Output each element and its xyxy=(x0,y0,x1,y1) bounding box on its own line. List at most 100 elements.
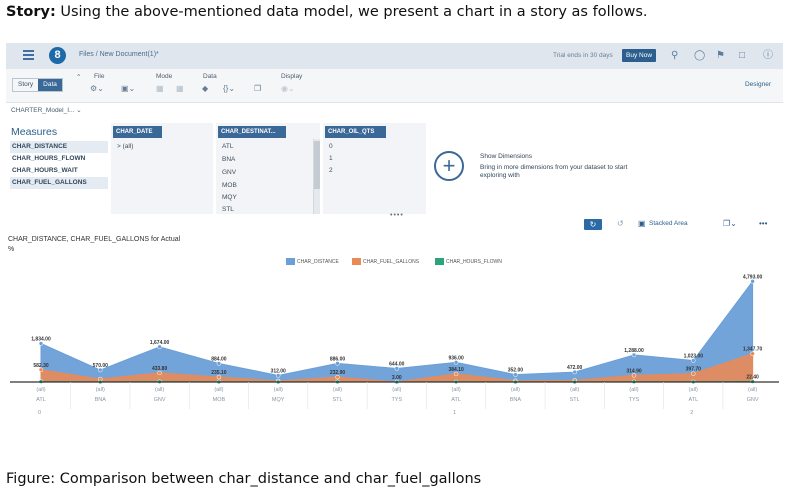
scrollbar[interactable] xyxy=(313,139,320,214)
lightbulb-icon[interactable]: ◯ xyxy=(694,50,705,61)
show-dimensions-title: Show Dimensions xyxy=(480,153,533,160)
tick-label-top: (all) xyxy=(511,387,520,393)
dimension-member[interactable]: MQY xyxy=(222,194,237,201)
dimension-header[interactable]: CHAR_DATE xyxy=(113,126,162,138)
story-tab[interactable]: Story xyxy=(13,79,38,91)
tick-label: ATL xyxy=(36,397,46,403)
copy-chart-icon[interactable]: ❐⌄ xyxy=(723,219,737,228)
tick-label: BNA xyxy=(95,397,107,403)
dimension-member[interactable]: > (all) xyxy=(117,143,133,150)
show-dimensions-subtitle: Bring in more dimensions from your datas… xyxy=(480,164,628,179)
chat-icon[interactable]: □ xyxy=(739,50,745,61)
dimension-panel-destination: CHAR_DESTINAT... ATL BNA GNV MOB MQY STL xyxy=(216,123,320,214)
legend-item: CHAR_FUEL_GALLONS xyxy=(352,258,419,265)
app-logo[interactable]: 8 xyxy=(49,47,66,64)
legend-swatch xyxy=(435,258,444,265)
data-label: 232.90 xyxy=(330,370,346,376)
data-label: 433.80 xyxy=(152,366,168,372)
dimension-member[interactable]: 0 xyxy=(329,143,333,150)
chart-title: CHAR_DISTANCE, CHAR_FUEL_GALLONS for Act… xyxy=(8,236,181,243)
measures-title: Measures xyxy=(11,126,58,138)
measure-item[interactable]: CHAR_FUEL_GALLONS xyxy=(10,177,108,189)
dimension-member[interactable]: GNV xyxy=(222,169,236,176)
tick-label-top: (all) xyxy=(392,387,401,393)
dimension-panel-date: CHAR_DATE > (all) xyxy=(111,123,213,214)
tick-label-top: (all) xyxy=(748,387,757,393)
add-dimension-button[interactable]: + xyxy=(434,151,464,181)
app-window: 8 Files / New Document(1)* Trial ends in… xyxy=(6,43,783,432)
shell-bar: 8 Files / New Document(1)* Trial ends in… xyxy=(6,43,783,69)
data-label: 886.00 xyxy=(330,356,346,362)
designer-button[interactable]: Designer xyxy=(745,81,771,88)
model-selector[interactable]: CHARTER_Model_I... ⌄ xyxy=(11,106,82,114)
splitter-handle[interactable]: •••• xyxy=(390,212,404,219)
tick-label: ATL xyxy=(688,397,698,403)
tick-label-top: (all) xyxy=(689,387,698,393)
tools-icon[interactable]: ⚙⌄ xyxy=(90,84,104,93)
chart-type-icon[interactable]: ▣ xyxy=(638,219,646,228)
megaphone-icon[interactable]: ⚑ xyxy=(716,50,725,61)
figure-caption: Figure: Comparison between char_distance… xyxy=(6,471,482,487)
dimension-header[interactable]: CHAR_OIL_QTS xyxy=(325,126,386,138)
story-intro-text: Using the above-mentioned data model, we… xyxy=(55,4,648,20)
legend-label: CHAR_HOURS_FLOWN xyxy=(446,258,502,265)
stacked-area-chart: 1,834.00 570.00 1,674.00 884.00 312.00 886.00… xyxy=(10,274,779,416)
display-icon[interactable]: ◉⌄ xyxy=(281,84,295,93)
data-label: 936.00 xyxy=(448,355,464,361)
measure-item[interactable]: CHAR_DISTANCE xyxy=(10,141,108,153)
undo-icon[interactable]: ↺ xyxy=(617,219,624,228)
outer-group-label: 2 xyxy=(690,410,693,416)
tick-label: GNV xyxy=(747,397,759,403)
menu-icon[interactable] xyxy=(23,50,34,60)
tick-label: TYS xyxy=(391,397,402,403)
mode-icon-2[interactable]: ▦ xyxy=(176,84,184,93)
measure-item[interactable]: CHAR_HOURS_WAIT xyxy=(10,165,108,177)
dimension-member[interactable]: STL xyxy=(222,206,234,213)
mode-icon-1[interactable]: ▦ xyxy=(156,84,164,93)
tick-label-top: (all) xyxy=(214,387,223,393)
search-icon[interactable]: ⚲ xyxy=(671,50,678,61)
data-tab[interactable]: Data xyxy=(38,79,62,91)
data-label: 1,674.00 xyxy=(150,340,170,346)
data-label: 472.00 xyxy=(567,365,583,371)
save-icon[interactable]: ▣⌄ xyxy=(121,84,135,93)
data-label: 884.00 xyxy=(211,356,227,362)
data-label: 384.10 xyxy=(448,367,464,373)
dimension-header[interactable]: CHAR_DESTINAT... xyxy=(218,126,286,138)
main-toolbar: Story Data ⌃ File ⚙⌄ ▣⌄ Mode ▦ ▦ Data ◆ … xyxy=(6,69,783,103)
data-label: 352.00 xyxy=(508,368,524,374)
dimension-member[interactable]: ATL xyxy=(222,143,233,150)
story-data-switch: Story Data xyxy=(12,78,63,92)
data-label: 582.30 xyxy=(33,363,49,369)
tick-label: STL xyxy=(570,397,580,403)
dimension-panel-oil: CHAR_OIL_QTS 0 1 2 xyxy=(323,123,426,214)
tick-label: STL xyxy=(332,397,342,403)
copy-icon[interactable]: ❐ xyxy=(254,84,261,93)
buy-now-button[interactable]: Buy Now xyxy=(622,49,657,62)
legend-swatch xyxy=(286,258,295,265)
dimension-member[interactable]: 2 xyxy=(329,167,333,174)
formula-icon[interactable]: {}⌄ xyxy=(223,84,235,93)
story-bold-label: Story: xyxy=(6,4,56,20)
tick-label: BNA xyxy=(510,397,522,403)
breadcrumb[interactable]: Files / New Document(1)* xyxy=(79,51,159,58)
data-label: 570.00 xyxy=(93,363,109,369)
measure-item[interactable]: CHAR_HOURS_FLOWN xyxy=(10,153,108,165)
data-label: 644.00 xyxy=(389,361,405,367)
collapse-icon[interactable]: ⌃ xyxy=(76,73,81,81)
tick-label-top: (all) xyxy=(96,387,105,393)
dimension-member[interactable]: 1 xyxy=(329,155,333,162)
chart-type-selector[interactable]: Stacked Area xyxy=(649,220,688,227)
more-options-icon[interactable]: ••• xyxy=(759,219,767,228)
refresh-icon[interactable]: ↻ xyxy=(584,219,602,230)
help-icon[interactable]: ⓘ xyxy=(763,50,773,61)
data-source-icon[interactable]: ◆ xyxy=(202,84,208,93)
legend-label: CHAR_DISTANCE xyxy=(297,258,339,265)
dimension-member[interactable]: BNA xyxy=(222,156,235,163)
dimension-member[interactable]: MOB xyxy=(222,182,237,189)
data-label: 22.40 xyxy=(746,375,759,381)
tick-label-top: (all) xyxy=(570,387,579,393)
trial-notice: Trial ends in 30 days xyxy=(553,52,613,59)
scrollbar-thumb[interactable] xyxy=(314,141,320,189)
legend-item: CHAR_HOURS_FLOWN xyxy=(435,258,502,265)
